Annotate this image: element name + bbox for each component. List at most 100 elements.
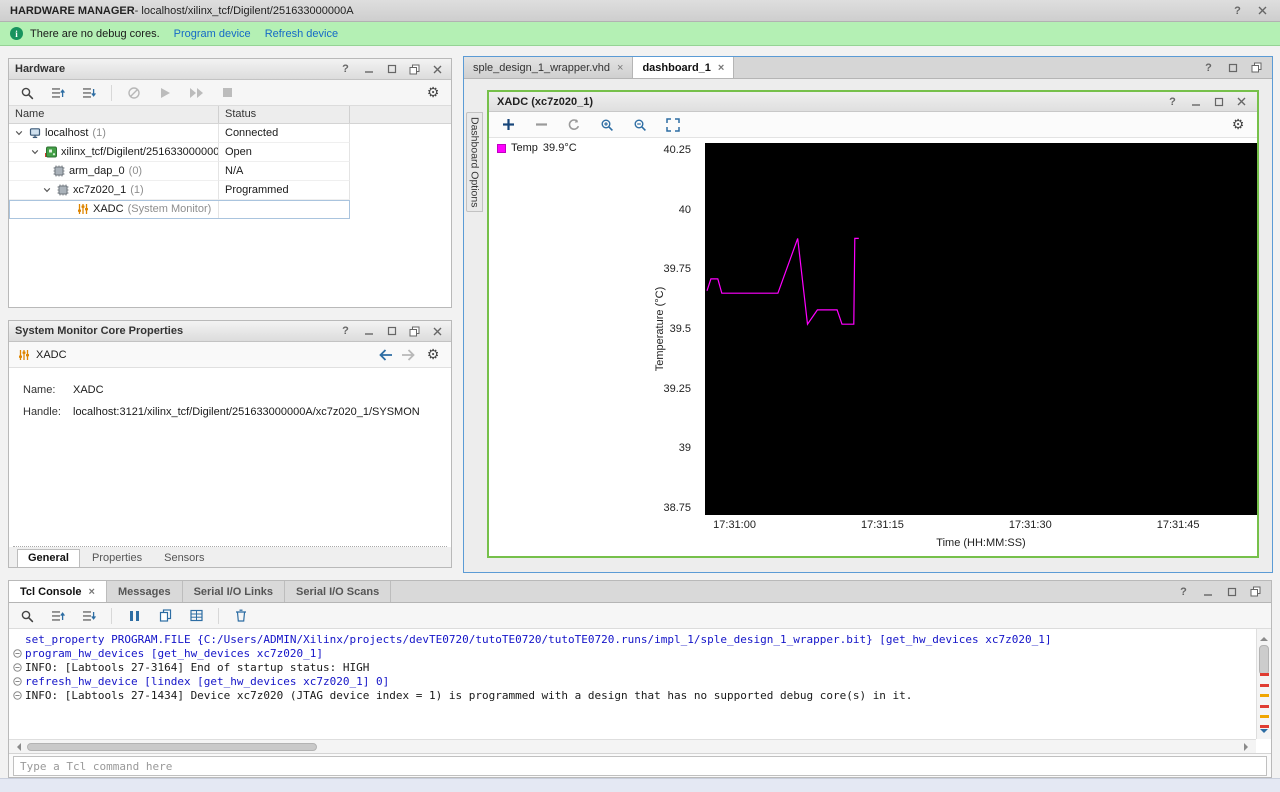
maximize-icon[interactable] — [1225, 60, 1240, 75]
close-icon[interactable]: × — [718, 62, 724, 74]
warning-marker[interactable] — [1260, 715, 1269, 718]
search-icon[interactable] — [18, 607, 36, 625]
collapse-all-icon[interactable] — [49, 607, 67, 625]
float-icon[interactable] — [1249, 60, 1264, 75]
clear-console-trash-icon[interactable] — [232, 607, 250, 625]
help-icon[interactable]: ? — [1165, 94, 1180, 109]
settings-gear-icon[interactable]: ⚙ — [424, 84, 442, 102]
zoom-in-icon[interactable] — [598, 116, 616, 134]
help-icon[interactable]: ? — [1230, 3, 1245, 18]
scroll-down-icon[interactable] — [1260, 729, 1268, 737]
close-icon[interactable] — [1234, 94, 1249, 109]
remove-sensor-minus-icon[interactable] — [532, 116, 550, 134]
tree-row-xadc[interactable]: XADC (System Monitor) — [9, 200, 350, 219]
pause-output-icon[interactable] — [125, 607, 143, 625]
tab-properties[interactable]: Properties — [82, 550, 152, 567]
run-trigger-icon[interactable] — [187, 84, 205, 102]
tab-serial-io-links[interactable]: Serial I/O Links — [183, 581, 285, 602]
column-header-status[interactable]: Status — [219, 106, 350, 123]
add-sensor-plus-icon[interactable] — [499, 116, 517, 134]
minimize-icon[interactable] — [361, 62, 376, 77]
error-marker[interactable] — [1260, 684, 1269, 687]
tcl-command-input[interactable] — [13, 756, 1267, 776]
zoom-out-icon[interactable] — [631, 116, 649, 134]
console-output[interactable]: set_property PROGRAM.FILE {C:/Users/ADMI… — [9, 629, 1271, 753]
back-arrow-icon[interactable] — [376, 346, 394, 364]
forward-arrow-icon[interactable] — [400, 346, 418, 364]
collapse-minus-icon[interactable] — [13, 649, 22, 658]
tree-row-xc7z020[interactable]: xc7z020_1 (1) Programmed — [9, 181, 350, 200]
search-icon[interactable] — [18, 84, 36, 102]
column-header-name[interactable]: Name — [9, 106, 219, 123]
minimize-icon[interactable] — [1200, 584, 1215, 599]
maximize-icon[interactable] — [1224, 584, 1239, 599]
collapse-minus-icon[interactable] — [13, 663, 22, 672]
plot-area[interactable] — [705, 143, 1257, 515]
warning-marker[interactable] — [1260, 694, 1269, 697]
minimize-icon[interactable] — [361, 324, 376, 339]
copy-icon[interactable] — [156, 607, 174, 625]
tab-tcl-console[interactable]: Tcl Console × — [9, 581, 107, 602]
expand-all-icon[interactable] — [80, 84, 98, 102]
tab-dashboard-1[interactable]: dashboard_1 × — [633, 57, 734, 78]
tab-general[interactable]: General — [17, 549, 80, 567]
chevron-down-icon[interactable] — [13, 129, 25, 137]
report-table-icon[interactable] — [187, 607, 205, 625]
chevron-down-icon[interactable] — [29, 148, 41, 156]
stop-icon[interactable] — [218, 84, 236, 102]
close-icon[interactable]: × — [89, 586, 95, 598]
collapse-minus-icon[interactable] — [13, 691, 22, 700]
tab-serial-io-scans[interactable]: Serial I/O Scans — [285, 581, 391, 602]
tree-row-target[interactable]: xilinx_tcf/Digilent/251633000000A Open — [9, 143, 350, 162]
help-icon[interactable]: ? — [1201, 60, 1216, 75]
float-icon[interactable] — [407, 62, 422, 77]
refresh-icon[interactable] — [565, 116, 583, 134]
chevron-down-icon[interactable] — [41, 186, 53, 194]
zoom-fit-icon[interactable] — [664, 116, 682, 134]
app-title-bar[interactable]: HARDWARE MANAGER - localhost/xilinx_tcf/… — [0, 0, 1280, 22]
error-marker[interactable] — [1260, 673, 1269, 676]
close-icon[interactable] — [1255, 3, 1270, 18]
collapse-minus-icon[interactable] — [13, 677, 22, 686]
float-icon[interactable] — [407, 324, 422, 339]
tab-vhd-file[interactable]: sple_design_1_wrapper.vhd × — [464, 57, 633, 78]
error-marker[interactable] — [1260, 705, 1269, 708]
close-icon[interactable] — [430, 324, 445, 339]
maximize-icon[interactable] — [384, 62, 399, 77]
refresh-device-link[interactable]: Refresh device — [265, 28, 338, 40]
settings-gear-icon[interactable]: ⚙ — [424, 346, 442, 364]
properties-panel-header[interactable]: System Monitor Core Properties ? — [9, 321, 451, 342]
error-marker[interactable] — [1260, 725, 1269, 728]
tab-messages[interactable]: Messages — [107, 581, 183, 602]
expand-all-icon[interactable] — [80, 607, 98, 625]
settings-gear-icon[interactable]: ⚙ — [1229, 116, 1247, 134]
tab-sensors[interactable]: Sensors — [154, 550, 214, 567]
program-device-icon[interactable] — [156, 84, 174, 102]
help-icon[interactable]: ? — [338, 62, 353, 77]
scrollbar-thumb[interactable] — [27, 743, 317, 751]
horizontal-scrollbar[interactable] — [9, 739, 1256, 753]
scroll-up-icon[interactable] — [1260, 633, 1268, 641]
dashboard-options-tab[interactable]: Dashboard Options — [466, 112, 483, 212]
collapse-all-icon[interactable] — [49, 84, 67, 102]
help-icon[interactable]: ? — [338, 324, 353, 339]
maximize-icon[interactable] — [384, 324, 399, 339]
tree-row-localhost[interactable]: localhost (1) Connected — [9, 124, 350, 143]
minimize-icon[interactable] — [1188, 94, 1203, 109]
hardware-panel-header[interactable]: Hardware ? — [9, 59, 451, 80]
scrollbar-thumb[interactable] — [1259, 645, 1269, 675]
auto-connect-icon[interactable] — [125, 84, 143, 102]
scroll-left-icon[interactable] — [13, 743, 21, 751]
tree-row-arm-dap[interactable]: arm_dap_0 (0) N/A — [9, 162, 350, 181]
tcl-console-panel: Tcl Console × Messages Serial I/O Links … — [8, 580, 1272, 778]
hardware-table-header: Name Status — [9, 106, 451, 124]
program-device-link[interactable]: Program device — [174, 28, 251, 40]
xadc-window-header[interactable]: XADC (xc7z020_1) ? — [489, 92, 1257, 112]
help-icon[interactable]: ? — [1176, 584, 1191, 599]
vertical-scrollbar[interactable] — [1256, 629, 1271, 739]
scroll-right-icon[interactable] — [1244, 743, 1252, 751]
maximize-icon[interactable] — [1211, 94, 1226, 109]
close-icon[interactable]: × — [617, 62, 623, 74]
float-icon[interactable] — [1248, 584, 1263, 599]
close-icon[interactable] — [430, 62, 445, 77]
